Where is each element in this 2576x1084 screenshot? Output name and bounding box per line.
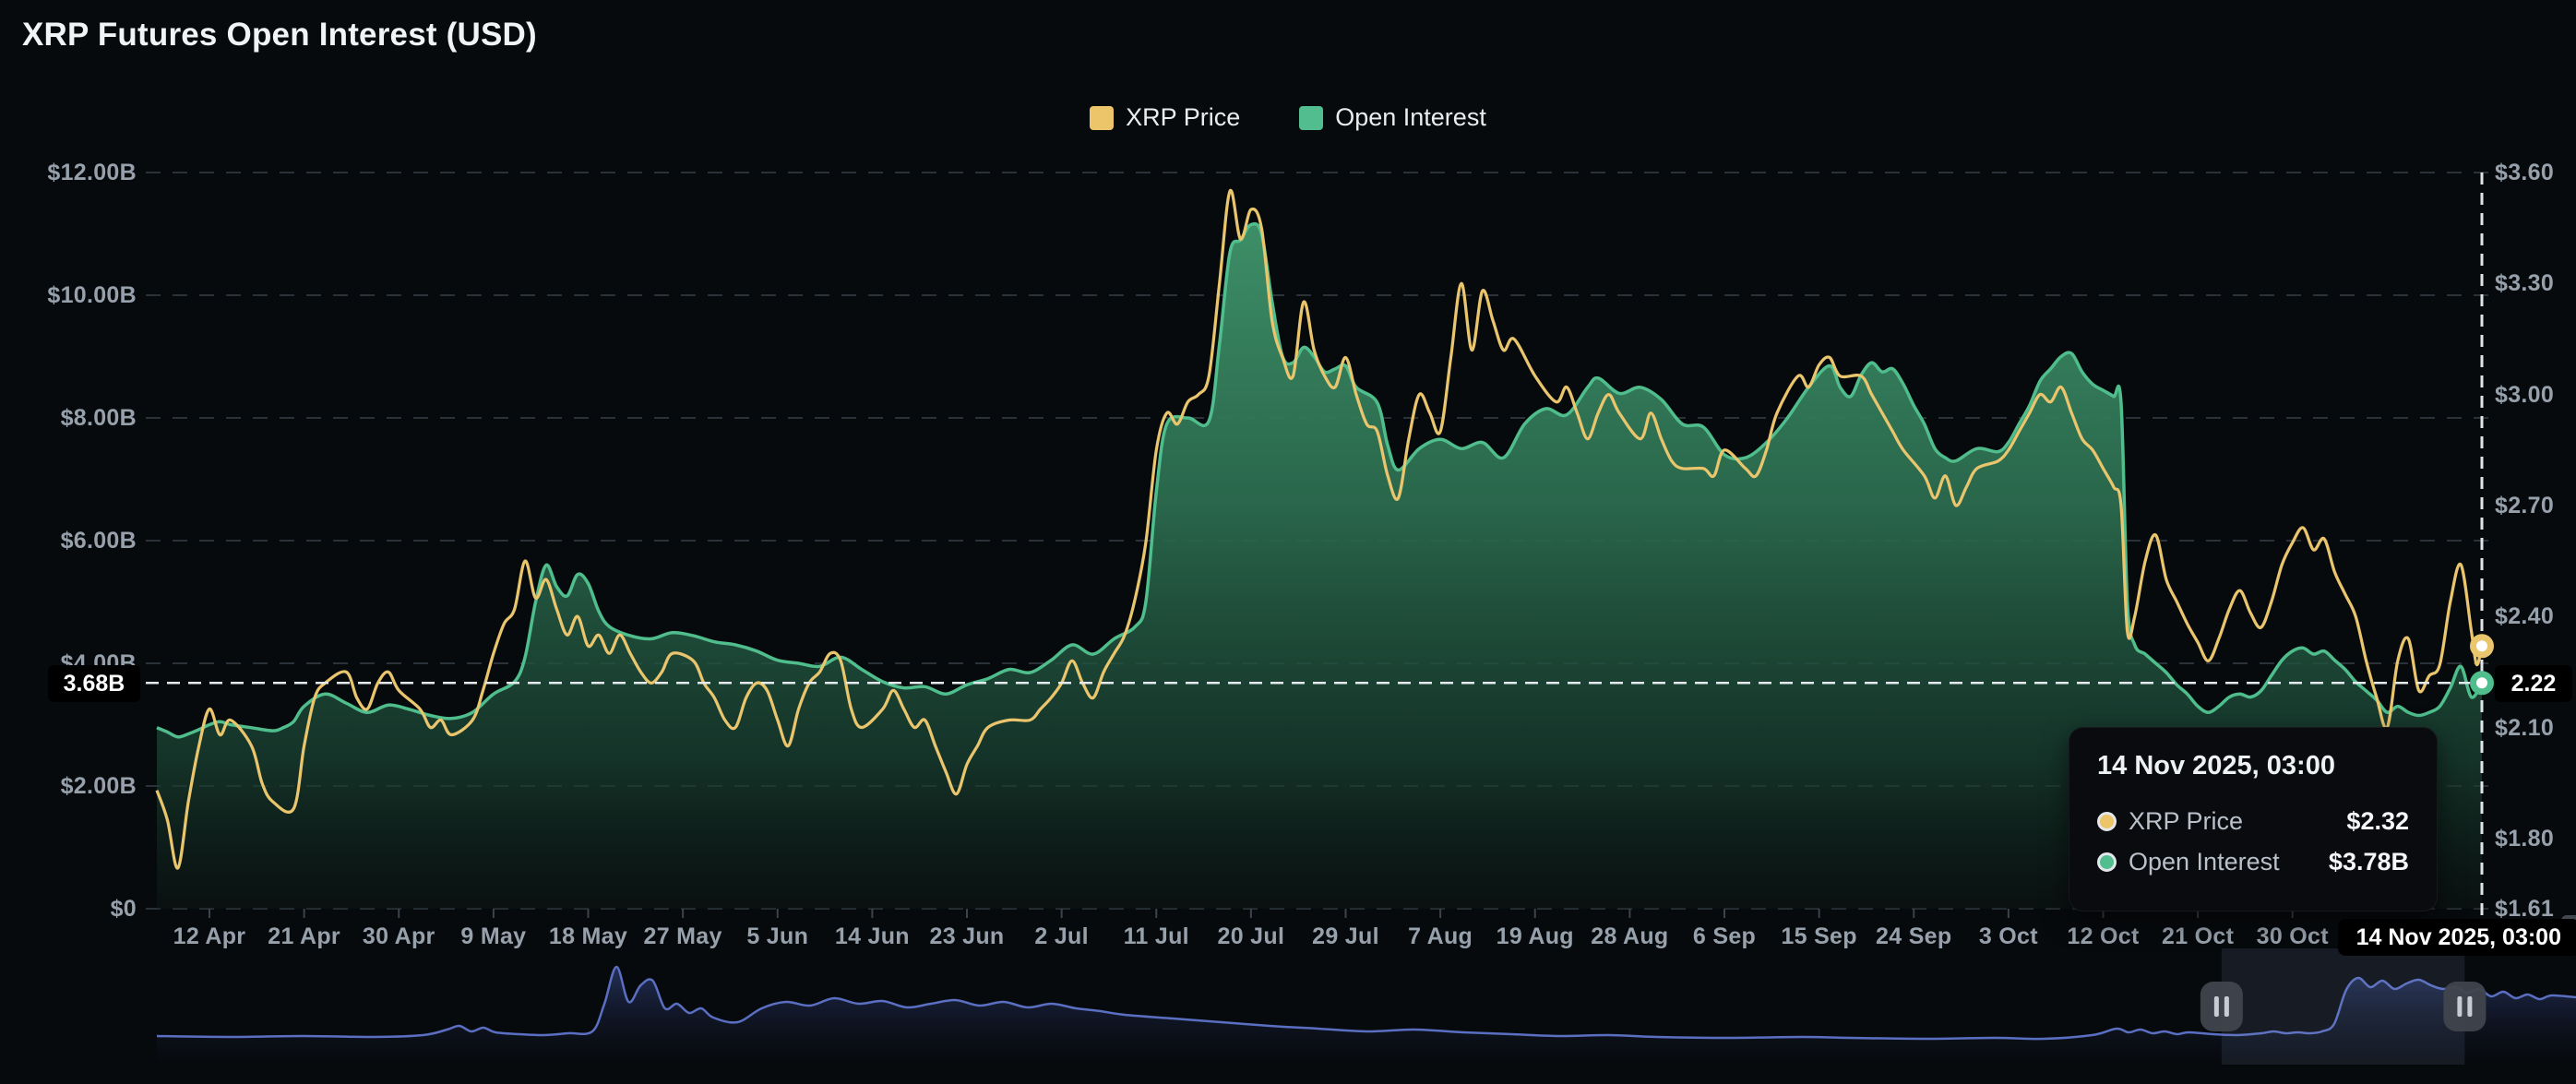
navigator-handle-right[interactable] [2443, 982, 2486, 1031]
tooltip-value: $3.78B [2329, 848, 2409, 876]
tooltip-row-price: XRP Price $2.32 [2097, 807, 2409, 836]
handle-grip-icon [2457, 996, 2462, 1017]
open-interest-marker-icon [2474, 674, 2491, 692]
tooltip-row-open-interest: Open Interest $3.78B [2097, 848, 2409, 876]
left-axis-label: $8.00B [0, 404, 137, 432]
tooltip-label: XRP Price [2129, 807, 2243, 836]
right-axis-label: $2.10 [2495, 714, 2554, 742]
right-axis-label: $2.70 [2495, 492, 2554, 519]
right-axis-label: $2.40 [2495, 602, 2554, 630]
handle-grip-icon [2214, 996, 2219, 1017]
right-axis-label: $3.00 [2495, 381, 2554, 409]
navigator-selection[interactable] [2222, 948, 2465, 1065]
left-axis-label: $2.00B [0, 772, 137, 800]
price-open-interest-chart[interactable] [0, 0, 2576, 1084]
price-crosshair-value-pill: 2.22 [2495, 665, 2572, 702]
xrp-price-marker-icon [2474, 637, 2491, 655]
oi-crosshair-value-pill: 3.68B [48, 665, 140, 702]
navigator-handle-left[interactable] [2200, 982, 2243, 1031]
navigator-handle-left[interactable] [2200, 982, 2243, 1031]
crosshair-date-pill: 14 Nov 2025, 03:00 [2338, 919, 2576, 956]
navigator-handle-right[interactable] [2443, 982, 2486, 1031]
left-axis-label: $10.00B [0, 281, 137, 309]
tooltip-value: $2.32 [2346, 807, 2409, 836]
left-axis-label: $12.00B [0, 159, 137, 186]
handle-grip-icon [2467, 996, 2472, 1017]
open-interest-dot-icon [2097, 852, 2117, 872]
handle-grip-icon [2224, 996, 2229, 1017]
right-axis-label: $3.30 [2495, 269, 2554, 297]
chart-tooltip: 14 Nov 2025, 03:00 XRP Price $2.32 Open … [2069, 727, 2438, 911]
left-axis-label: $6.00B [0, 527, 137, 554]
right-axis-label: $3.60 [2495, 159, 2554, 186]
right-axis-label: $1.80 [2495, 825, 2554, 852]
tooltip-date: 14 Nov 2025, 03:00 [2097, 751, 2409, 781]
left-axis-label: $0 [0, 895, 137, 923]
xrp-price-dot-icon [2097, 812, 2117, 831]
tooltip-label: Open Interest [2129, 848, 2280, 876]
